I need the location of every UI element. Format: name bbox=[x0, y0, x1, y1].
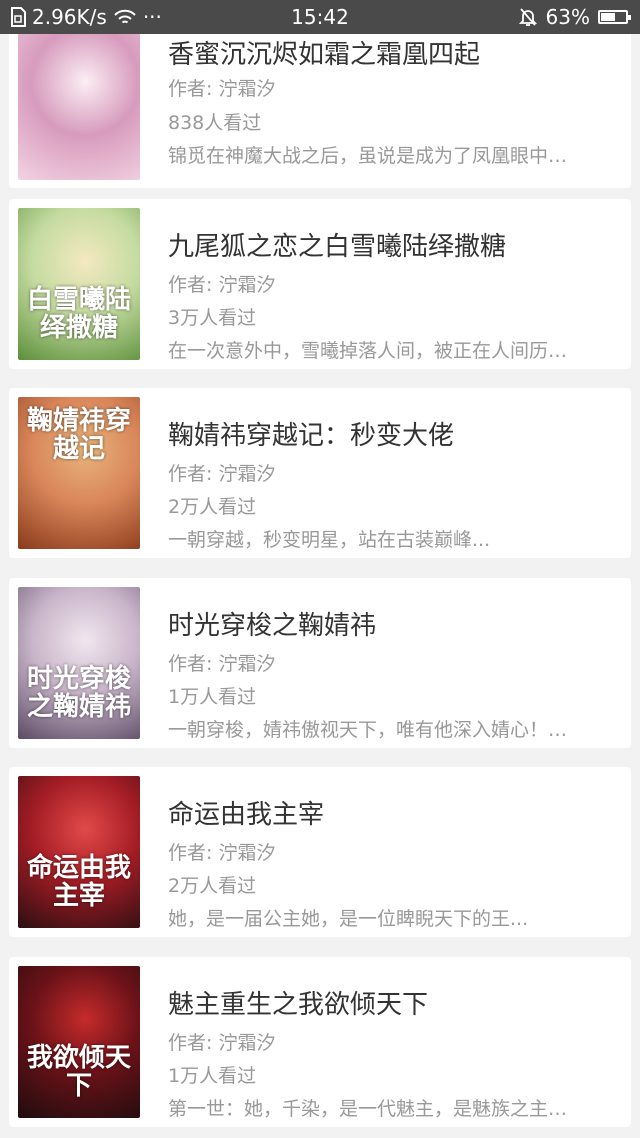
book-description: 锦觅在神魔大战之后，虽说是成为了凤凰眼中… bbox=[168, 145, 568, 167]
status-left: 2.96K/s ··· bbox=[10, 0, 162, 34]
book-title[interactable]: 命运由我主宰 bbox=[168, 794, 324, 831]
book-author: 作者: 泞霜汐 bbox=[168, 463, 276, 485]
book-author: 作者: 泞霜汐 bbox=[168, 1032, 276, 1054]
cover-title-art: 我欲倾天下 bbox=[26, 1043, 131, 1101]
book-title[interactable]: 时光穿梭之鞠婧祎 bbox=[168, 605, 376, 642]
status-bar: 2.96K/s ··· 15:42 63% bbox=[0, 0, 640, 34]
book-card[interactable]: 香蜜沉沉烬如霜之霜凰四起 作者: 泞霜汐 838人看过 锦觅在神魔大战之后，虽说… bbox=[9, 20, 631, 188]
book-views: 2万人看过 bbox=[168, 875, 257, 897]
book-card[interactable]: 白雪曦陆绎撒糖 九尾狐之恋之白雪曦陆绎撒糖 作者: 泞霜汐 3万人看过 在一次意… bbox=[9, 199, 631, 369]
book-description: 在一次意外中，雪曦掉落人间，被正在人间历… bbox=[168, 340, 568, 362]
book-cover[interactable]: 我欲倾天下 bbox=[18, 966, 140, 1118]
book-card[interactable]: 时光穿梭之鞠婧祎 时光穿梭之鞠婧祎 作者: 泞霜汐 1万人看过 一朝穿梭，婧祎傲… bbox=[9, 578, 631, 748]
sim-card-icon bbox=[11, 7, 26, 27]
wifi-icon bbox=[114, 9, 136, 24]
mute-bell-icon bbox=[518, 8, 537, 26]
book-card[interactable]: 我欲倾天下 魅主重生之我欲倾天下 作者: 泞霜汐 1万人看过 第一世：她，千染，… bbox=[9, 957, 631, 1127]
book-author: 作者: 泞霜汐 bbox=[168, 653, 276, 675]
book-title[interactable]: 香蜜沉沉烬如霜之霜凰四起 bbox=[168, 34, 480, 71]
book-card[interactable]: 鞠婧祎穿越记 鞠婧祎穿越记：秒变大佬 作者: 泞霜汐 2万人看过 一朝穿越，秒变… bbox=[9, 388, 631, 558]
more-dots-icon: ··· bbox=[142, 5, 162, 29]
battery-icon bbox=[598, 10, 631, 24]
book-title[interactable]: 九尾狐之恋之白雪曦陆绎撒糖 bbox=[168, 226, 506, 263]
book-cover[interactable]: 命运由我主宰 bbox=[18, 776, 140, 928]
cover-title-art: 命运由我主宰 bbox=[26, 853, 131, 911]
battery-fill bbox=[601, 13, 616, 21]
book-description: 她，是一届公主她，是一位睥睨天下的王... bbox=[168, 908, 529, 930]
book-description: 一朝穿越，秒变明星，站在古装巅峰... bbox=[168, 529, 491, 551]
book-views: 1万人看过 bbox=[168, 1065, 257, 1087]
book-author: 作者: 泞霜汐 bbox=[168, 78, 276, 100]
status-right: 63% bbox=[518, 0, 631, 34]
book-views: 2万人看过 bbox=[168, 496, 257, 518]
cover-title-art: 白雪曦陆绎撒糖 bbox=[26, 285, 131, 343]
book-description: 第一世：她，千染，是一代魅主，是魅族之主… bbox=[168, 1098, 568, 1120]
battery-percent: 63% bbox=[545, 5, 590, 29]
book-cover[interactable]: 白雪曦陆绎撒糖 bbox=[18, 208, 140, 360]
book-author: 作者: 泞霜汐 bbox=[168, 274, 276, 296]
book-views: 1万人看过 bbox=[168, 686, 257, 708]
cover-title-art: 时光穿梭之鞠婧祎 bbox=[26, 664, 131, 722]
book-cover[interactable]: 鞠婧祎穿越记 bbox=[18, 397, 140, 549]
network-speed: 2.96K/s bbox=[32, 5, 107, 29]
book-card[interactable]: 命运由我主宰 命运由我主宰 作者: 泞霜汐 2万人看过 她，是一届公主她，是一位… bbox=[9, 767, 631, 937]
book-description: 一朝穿梭，婧祎傲视天下，唯有他深入婧心！… bbox=[168, 719, 568, 741]
book-cover[interactable] bbox=[18, 29, 140, 180]
book-views: 838人看过 bbox=[168, 112, 262, 134]
book-views: 3万人看过 bbox=[168, 307, 257, 329]
cover-title-art: 鞠婧祎穿越记 bbox=[26, 406, 131, 464]
book-title[interactable]: 魅主重生之我欲倾天下 bbox=[168, 984, 428, 1021]
book-cover[interactable]: 时光穿梭之鞠婧祎 bbox=[18, 587, 140, 739]
book-author: 作者: 泞霜汐 bbox=[168, 842, 276, 864]
book-title[interactable]: 鞠婧祎穿越记：秒变大佬 bbox=[168, 415, 454, 452]
